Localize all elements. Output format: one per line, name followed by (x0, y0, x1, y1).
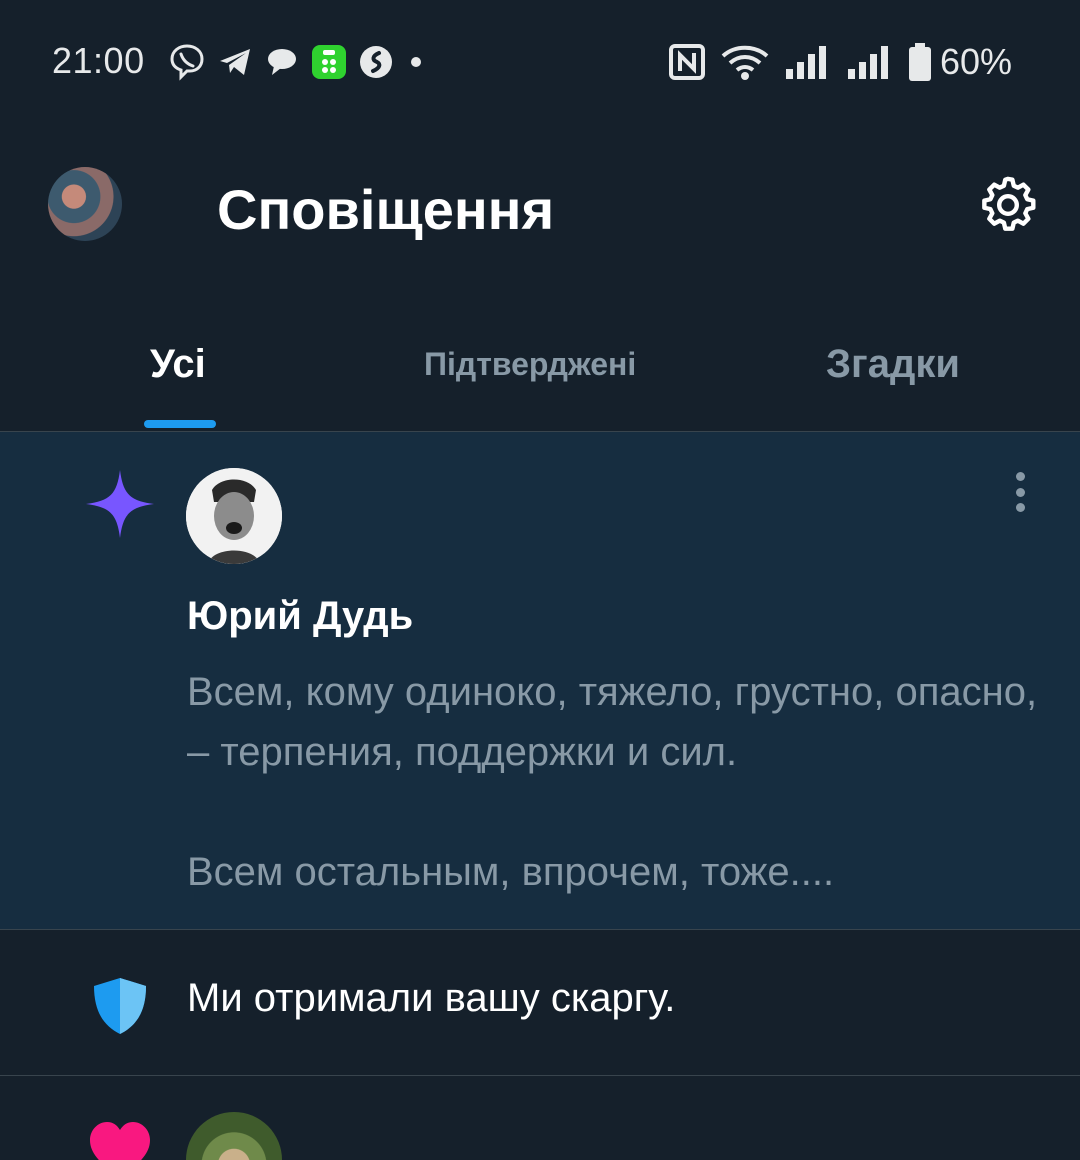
notification-text: Ми отримали вашу скаргу. (187, 976, 676, 1020)
chat-bubble-icon (264, 44, 300, 80)
signal-icon (784, 43, 832, 81)
battery-icon (908, 43, 932, 81)
more-dot (1015, 503, 1025, 512)
profile-avatar[interactable] (48, 167, 122, 241)
tab-verified[interactable]: Підтверджені (424, 346, 636, 383)
tab-all[interactable]: Усі (150, 342, 206, 387)
viber-icon (168, 43, 206, 81)
battery-percentage: 60% (939, 41, 1012, 82)
author-avatar[interactable] (186, 468, 282, 564)
app-header: Сповіщення (0, 125, 1080, 300)
nfc-icon (668, 43, 706, 81)
sparkle-icon (86, 470, 154, 538)
active-tab-indicator (144, 420, 216, 428)
user-avatar[interactable] (186, 1112, 282, 1160)
notification-item[interactable]: Юрий Дудь Всем, кому одиноко, тяжело, гр… (0, 432, 1080, 930)
green-app-icon (310, 43, 348, 81)
status-notification-icons (168, 40, 428, 84)
author-name[interactable]: Юрий Дудь (187, 594, 413, 639)
status-bar: 21:00 60% (0, 0, 1080, 125)
more-dot (1015, 487, 1025, 497)
status-time: 21:00 (52, 40, 145, 81)
notification-item[interactable] (0, 1076, 1080, 1160)
shield-icon (94, 978, 146, 1034)
status-system-icons: 60% (668, 40, 1012, 84)
page-title: Сповіщення (217, 178, 555, 241)
dot-icon (404, 50, 428, 74)
notification-tabs: Усі Підтверджені Згадки (0, 300, 1080, 432)
shazam-icon (358, 44, 394, 80)
gear-icon (982, 176, 1036, 231)
heart-icon (90, 1122, 150, 1160)
settings-button[interactable] (972, 169, 1044, 241)
signal-icon (846, 43, 894, 81)
notification-text: Всем, кому одиноко, тяжело, грустно, опа… (187, 670, 1038, 894)
tab-mentions[interactable]: Згадки (826, 342, 960, 387)
wifi-icon (720, 43, 770, 81)
more-options-button[interactable] (1000, 472, 1040, 512)
telegram-icon (216, 43, 254, 81)
notification-item[interactable]: Ми отримали вашу скаргу. (0, 930, 1080, 1076)
more-dot (1015, 472, 1025, 481)
